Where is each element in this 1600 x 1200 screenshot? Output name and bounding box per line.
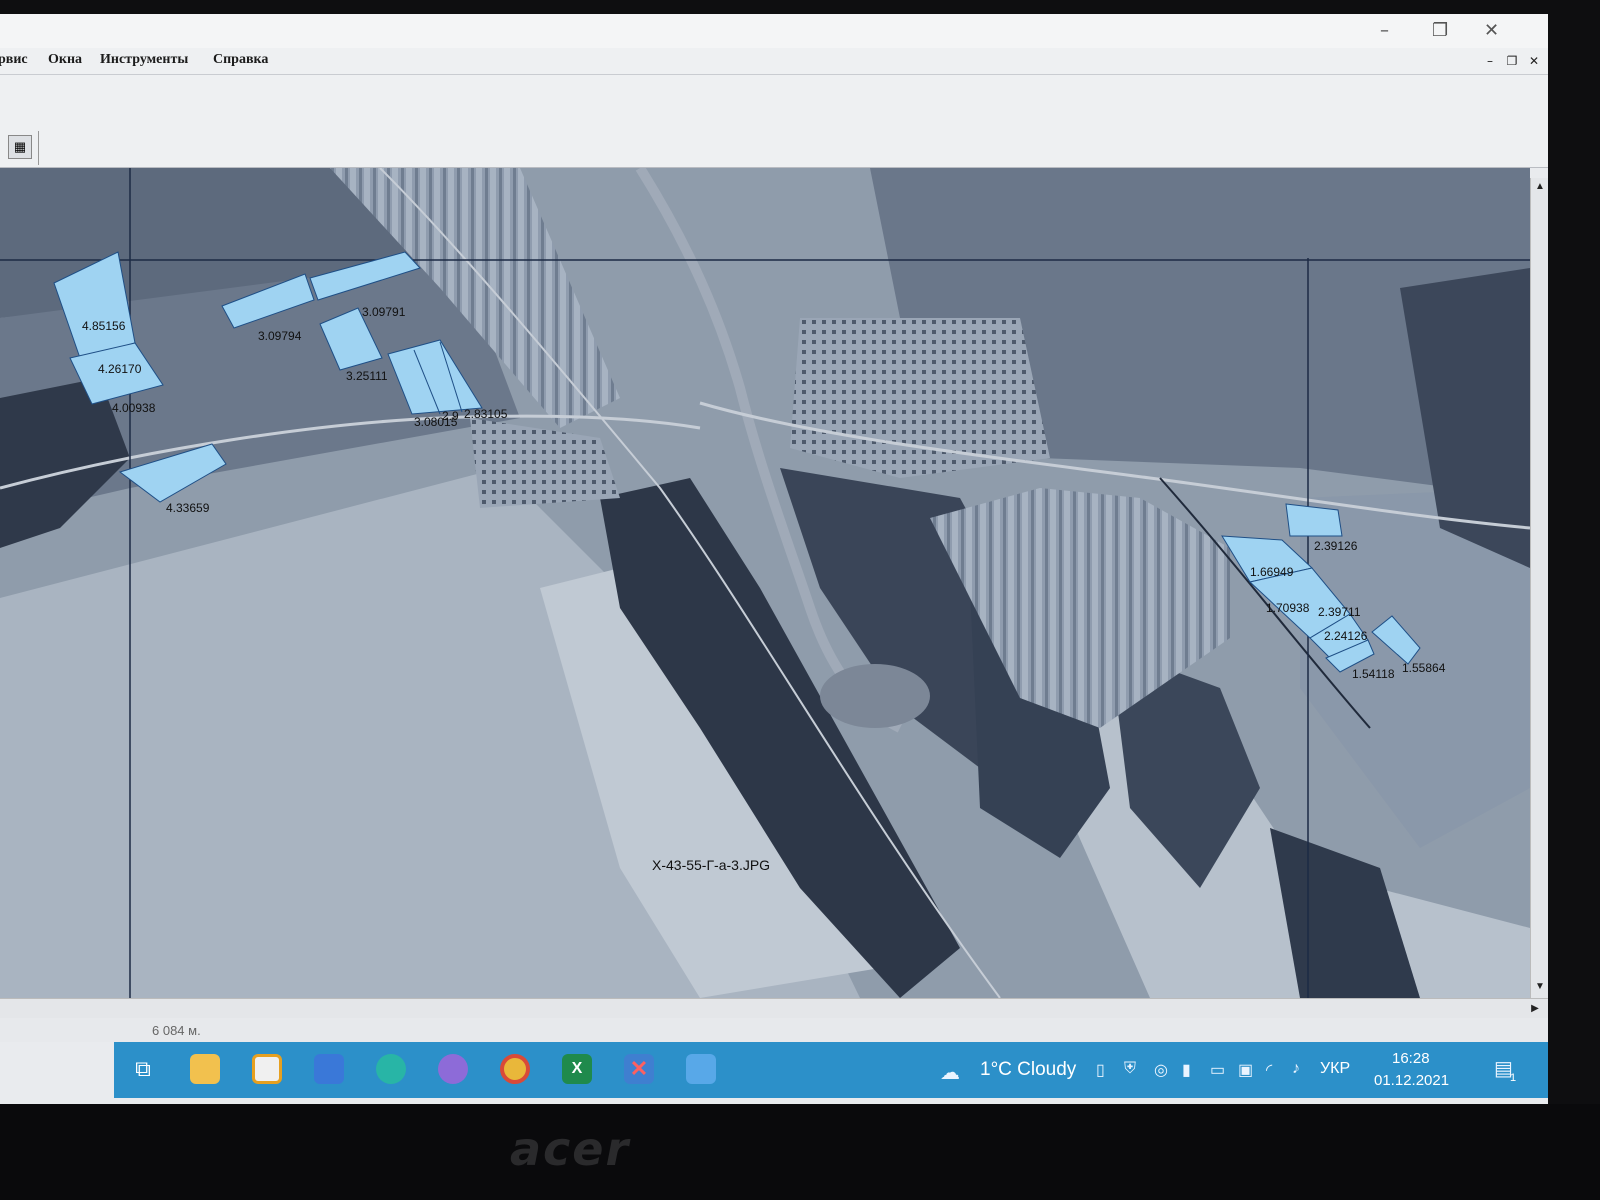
- village: [790, 318, 1050, 478]
- menu-tools[interactable]: Инструменты: [100, 52, 188, 68]
- clock-date[interactable]: 01.12.2021: [1374, 1072, 1449, 1089]
- volume-icon[interactable]: ♪: [1292, 1060, 1300, 1078]
- taskbar: ⧉ X ✕ ☁ 1°C Cloudy ▯ ⛨ ◎ ▮ ▭ ▣ ◜ ♪ УКР 1…: [114, 1042, 1548, 1098]
- parcel-label: 1.66949: [1250, 565, 1294, 579]
- photos-icon[interactable]: [686, 1054, 716, 1084]
- excel-icon[interactable]: X: [562, 1054, 592, 1084]
- map-view[interactable]: 4.85156 4.26170 4.00938 3.09794 3.09791 …: [0, 168, 1530, 998]
- gis-app-icon[interactable]: ✕: [624, 1054, 654, 1084]
- parcel-label: 1.70938: [1266, 601, 1310, 615]
- app-titlebar: – ❐ ✕: [0, 14, 1548, 48]
- toolbar-separator: [38, 131, 39, 165]
- tray-app-icon[interactable]: ▣: [1238, 1060, 1253, 1080]
- scroll-right-arrow-icon[interactable]: ▶: [1528, 1002, 1542, 1016]
- close-button[interactable]: ✕: [1484, 20, 1499, 41]
- mail-icon[interactable]: [314, 1054, 344, 1084]
- parcel-label: 1.55864: [1402, 661, 1446, 675]
- parcel-label: 4.26170: [98, 362, 142, 376]
- microsoft-store-icon[interactable]: [252, 1054, 282, 1084]
- layer-tool-icon[interactable]: ▦: [8, 135, 32, 159]
- parcel-label: 3.25111: [346, 369, 388, 383]
- pond: [820, 664, 930, 728]
- usb-icon[interactable]: ▮: [1182, 1060, 1191, 1080]
- tray-device-icon[interactable]: ▯: [1096, 1060, 1105, 1080]
- parcel-label: 2.83105: [464, 407, 508, 421]
- chrome-icon[interactable]: [500, 1054, 530, 1084]
- weather-widget[interactable]: 1°C Cloudy: [980, 1059, 1076, 1081]
- security-shield-icon[interactable]: ⛨: [1124, 1060, 1136, 1078]
- toolbar: ▦: [0, 75, 1548, 168]
- viber-tray-icon[interactable]: ◎: [1154, 1060, 1168, 1080]
- notification-count: 1: [1510, 1072, 1517, 1084]
- file-explorer-icon[interactable]: [190, 1054, 220, 1084]
- wifi-icon[interactable]: ◜: [1266, 1060, 1272, 1080]
- screen: – ❐ ✕ рвис Окна Инструменты Справка – ❐ …: [0, 14, 1548, 1104]
- parcel-label: 4.33659: [166, 501, 210, 515]
- vertical-scrollbar[interactable]: ▲ ▼: [1530, 178, 1548, 998]
- status-bar: 6 084 м.: [0, 1018, 1548, 1042]
- parcel-label: 4.85156: [82, 319, 126, 333]
- menu-service[interactable]: рвис: [0, 52, 28, 68]
- scroll-up-arrow-icon[interactable]: ▲: [1533, 180, 1547, 194]
- parcel-label: 1.54118: [1352, 667, 1395, 681]
- mdi-close-button[interactable]: ✕: [1526, 54, 1542, 68]
- parcel-label: 2.39126: [1314, 539, 1358, 553]
- parcel-label: 4.00938: [112, 401, 156, 415]
- monitor-bezel: acer: [0, 1104, 1600, 1200]
- task-view-icon[interactable]: ⧉: [128, 1054, 158, 1084]
- cloud-icon: ☁: [940, 1062, 960, 1084]
- parcel-label: 2.24126: [1324, 629, 1368, 643]
- language-indicator[interactable]: УКР: [1320, 1060, 1350, 1078]
- parcel-label: 3.09791: [362, 305, 406, 319]
- menu-help[interactable]: Справка: [213, 52, 268, 68]
- parcel-label: 2.9: [442, 409, 459, 423]
- edge-icon[interactable]: [376, 1054, 406, 1084]
- viber-icon[interactable]: [438, 1054, 468, 1084]
- parcel-label: 2.39711: [1318, 605, 1361, 619]
- mdi-restore-button[interactable]: ❐: [1504, 54, 1520, 68]
- scale-readout: 6 084 м.: [152, 1023, 201, 1038]
- menu-bar: рвис Окна Инструменты Справка – ❐ ✕: [0, 48, 1548, 75]
- battery-icon[interactable]: ▭: [1210, 1060, 1225, 1080]
- mdi-minimize-button[interactable]: –: [1482, 54, 1498, 68]
- raster-file-label: X-43-55-Г-а-3.JPG: [652, 857, 770, 873]
- parcel-label: 3.09794: [258, 329, 302, 343]
- menu-windows[interactable]: Окна: [48, 52, 82, 68]
- minimize-button[interactable]: –: [1380, 20, 1389, 41]
- clock-time[interactable]: 16:28: [1392, 1050, 1430, 1067]
- brand-logo: acer: [510, 1122, 631, 1176]
- scroll-down-arrow-icon[interactable]: ▼: [1533, 980, 1547, 994]
- maximize-button[interactable]: ❐: [1432, 20, 1448, 41]
- horizontal-scrollbar[interactable]: ▶: [0, 998, 1548, 1019]
